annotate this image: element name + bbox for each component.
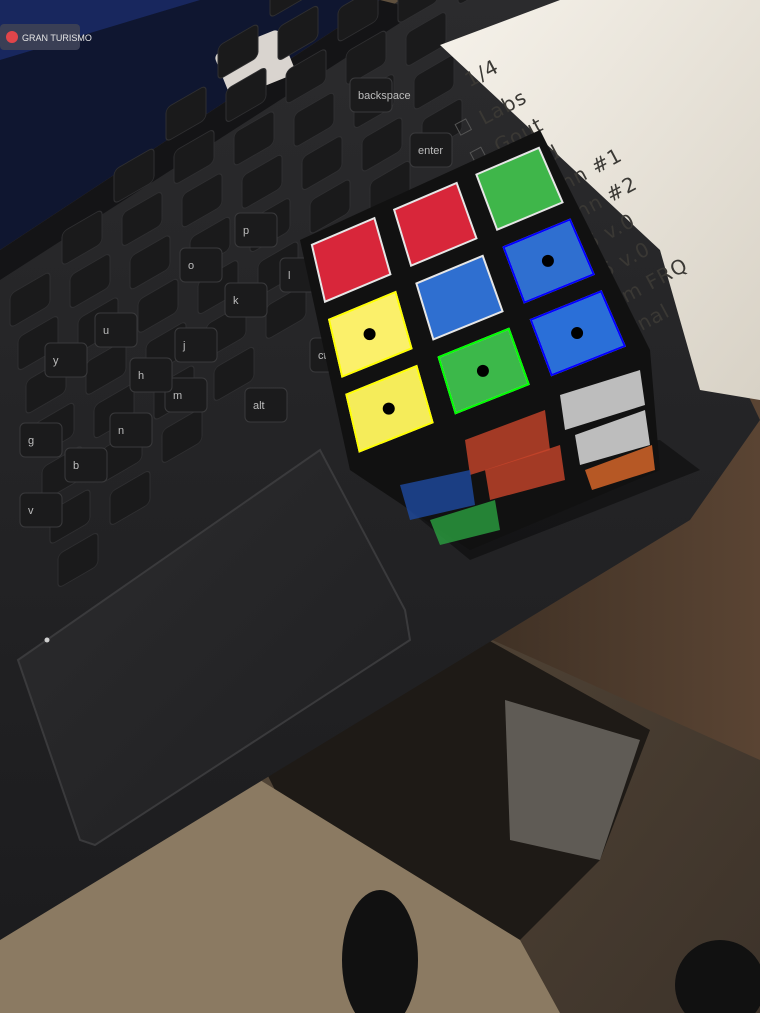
key-cap [94, 312, 138, 348]
key-label: enter [418, 145, 443, 157]
keyboard-key[interactable]: enter [409, 132, 453, 168]
keyboard-key[interactable]: v [19, 492, 63, 528]
sticker-center-dot [571, 327, 584, 340]
key-label: y [53, 355, 59, 367]
key-label: o [188, 260, 194, 272]
key-cap [244, 387, 288, 423]
key-label: p [243, 225, 249, 237]
key-label: m [173, 390, 182, 402]
key-cap [19, 422, 63, 458]
key-label: b [73, 460, 79, 472]
photo-scene: GRAN TURISMO backspace enter p l o k m n j h b g v y u… [0, 0, 760, 1013]
key-label: n [118, 425, 124, 437]
keyboard-key[interactable]: b [64, 447, 108, 483]
key-cap [19, 492, 63, 528]
key-cap [224, 282, 268, 318]
keyboard-key[interactable]: u [94, 312, 138, 348]
keyboard-key[interactable]: h [129, 357, 173, 393]
keyboard-key[interactable]: y [44, 342, 88, 378]
key-label: l [288, 270, 290, 282]
key-label: alt [253, 400, 265, 412]
key-label: k [233, 295, 239, 307]
key-label: backspace [358, 90, 411, 102]
key-label: u [103, 325, 109, 337]
trackpad-indicator [44, 637, 50, 643]
key-cap [174, 327, 218, 363]
key-label: v [28, 505, 34, 517]
key-cap [179, 247, 223, 283]
keyboard-key[interactable]: alt [244, 387, 288, 423]
key-label: g [28, 435, 34, 447]
screen-tab-text: GRAN TURISMO [22, 33, 92, 43]
keyboard-key[interactable]: p [234, 212, 278, 248]
keyboard-key[interactable]: n [109, 412, 153, 448]
tab-favicon [6, 31, 18, 43]
key-cap [109, 412, 153, 448]
sticker-center-dot [541, 254, 554, 267]
key-cap [234, 212, 278, 248]
key-cap [64, 447, 108, 483]
keyboard-key[interactable]: g [19, 422, 63, 458]
sticker-center-dot [363, 328, 376, 341]
sticker-center-dot [382, 402, 395, 415]
key-cap [129, 357, 173, 393]
key-label: h [138, 370, 144, 382]
keyboard-key[interactable]: j [174, 327, 218, 363]
key-cap [44, 342, 88, 378]
sticker-center-dot [476, 364, 489, 377]
key-label: j [182, 340, 185, 352]
keyboard-key[interactable]: k [224, 282, 268, 318]
keyboard-key[interactable]: o [179, 247, 223, 283]
